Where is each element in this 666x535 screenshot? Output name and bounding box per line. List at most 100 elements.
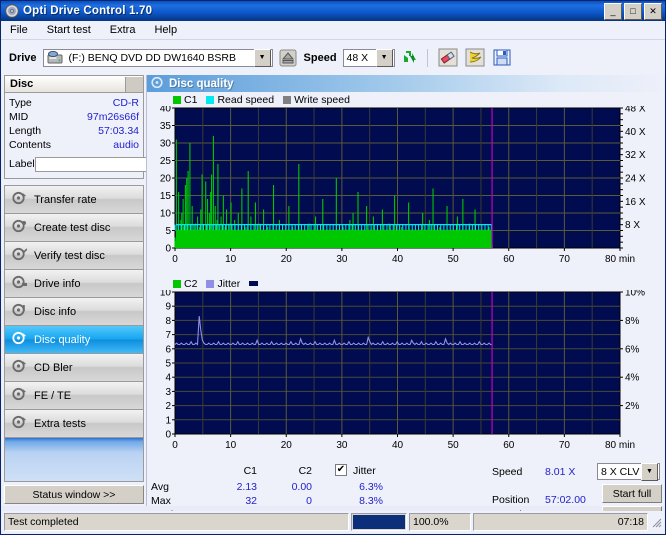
svg-text:10: 10 (225, 254, 237, 265)
svg-text:20: 20 (281, 254, 293, 265)
svg-text:16 X: 16 X (625, 197, 646, 208)
svg-text:0: 0 (172, 254, 178, 265)
app-window: Opti Drive Control 1.70 _ □ ✕ File Start… (0, 0, 666, 535)
left-panel: Disc Type CD-R MID 97m26s66f Length 57:0… (2, 75, 238, 506)
write-speed-value: 8 X CLV (601, 465, 640, 478)
svg-text:9: 9 (165, 302, 171, 313)
svg-text:8: 8 (165, 316, 171, 327)
sidebar-item-label: Extra tests (34, 417, 86, 430)
disc-contents-value: audio (113, 139, 139, 151)
svg-text:4%: 4% (625, 373, 640, 384)
progress-fill (353, 515, 405, 529)
sidebar-item-label: FE / TE (34, 389, 72, 402)
progress-percent: 100.0% (409, 513, 471, 531)
disc-label-label: Label (9, 158, 35, 170)
legend-swatch-c1 (173, 95, 181, 104)
svg-text:7: 7 (165, 330, 171, 341)
sidebar-item-disc-quality[interactable]: Disc quality (5, 326, 143, 354)
disc-gear-icon (12, 191, 27, 208)
chevron-down-icon[interactable]: ▼ (641, 462, 658, 481)
stats-area: C1 C2 ✔ Jitter Avg 2.13 0.00 6.3% Max 32… (147, 462, 664, 525)
svg-text:32 X: 32 X (625, 150, 646, 161)
sidebar-item-label: Disc info (34, 305, 77, 318)
disc-length-label: Length (9, 125, 42, 137)
start-full-button[interactable]: Start full (602, 484, 662, 503)
menu-file[interactable]: File (7, 23, 31, 37)
menu-help[interactable]: Help (151, 23, 180, 37)
status-window-button[interactable]: Status window >> (4, 485, 144, 504)
chart2-legend: C2 Jitter (147, 276, 664, 290)
svg-text:10%: 10% (625, 290, 645, 299)
sidebar-item-create-test-disc[interactable]: Create test disc (5, 214, 143, 242)
svg-text:48 X: 48 X (625, 106, 646, 115)
svg-text:10: 10 (160, 290, 172, 299)
write-speed-select[interactable]: 8 X CLV ▼ (597, 462, 660, 481)
svg-text:30: 30 (336, 254, 348, 265)
drive-value: (F:) BENQ DVD DD DW1640 BSRB (68, 51, 236, 64)
disc-gear-icon (12, 303, 27, 320)
speed-stat-label: Speed (492, 466, 523, 478)
disc-gear-icon (12, 415, 27, 432)
chevron-down-icon[interactable]: ▼ (375, 48, 393, 67)
window-controls: _ □ ✕ (604, 2, 662, 20)
svg-text:3: 3 (165, 387, 171, 398)
status-bar: Test completed 100.0% 07:18 (2, 511, 664, 533)
svg-text:10: 10 (225, 440, 237, 451)
erase-button[interactable] (435, 46, 460, 69)
drive-select[interactable]: (F:) BENQ DVD DD DW1640 BSRB ▼ (42, 48, 273, 67)
svg-text:25: 25 (160, 156, 172, 167)
svg-text:1: 1 (165, 415, 171, 426)
menu-extra[interactable]: Extra (107, 23, 139, 37)
sidebar-nav: Transfer rate Create test disc Verify te… (4, 185, 144, 438)
sidebar-item-verify-test-disc[interactable]: Verify test disc (5, 242, 143, 270)
stats-avg-jitter: 6.3% (359, 481, 383, 493)
sidebar-item-transfer-rate[interactable]: Transfer rate (5, 186, 143, 214)
disc-quality-icon (151, 76, 164, 92)
speed-label: Speed (303, 51, 337, 64)
stats-row-label-max: Max (151, 495, 171, 507)
svg-text:70: 70 (559, 254, 571, 265)
svg-text:5: 5 (165, 226, 171, 237)
refresh-button[interactable] (397, 46, 422, 69)
sidebar-item-drive-info[interactable]: Drive info (5, 270, 143, 298)
save-button[interactable] (489, 46, 514, 69)
svg-text:30: 30 (336, 440, 348, 451)
close-button[interactable]: ✕ (644, 2, 662, 20)
minimize-button[interactable]: _ (604, 2, 622, 20)
stats-max-c2: 0 (306, 495, 312, 507)
svg-text:0: 0 (165, 430, 171, 441)
jitter-checkbox[interactable]: ✔ (335, 464, 347, 476)
svg-text:20: 20 (160, 174, 172, 185)
disc-contents-label: Contents (9, 139, 52, 151)
sidebar-item-fe-te[interactable]: FE / TE (5, 382, 143, 410)
svg-text:0: 0 (165, 244, 171, 255)
maximize-button[interactable]: □ (624, 2, 642, 20)
menu-start-test[interactable]: Start test (44, 23, 94, 37)
legend-swatch-read-speed (206, 95, 215, 104)
svg-text:4: 4 (165, 373, 171, 384)
svg-text:60: 60 (503, 440, 515, 451)
chart2-canvas: 0 1 2 3 4 5 6 7 8 9 10 2% 4% 6% 8% 10% 0 10 20 30 40 50 60 70 80… (160, 290, 645, 451)
speed-select[interactable]: 48 X ▼ (342, 48, 395, 67)
eject-button[interactable] (275, 46, 300, 69)
sidebar-item-disc-info[interactable]: Disc info (5, 298, 143, 326)
chart2: 0 1 2 3 4 5 6 7 8 9 10 2% 4% 6% 8% 10% 0 10 20 30 40 50 60 70 80… (147, 290, 664, 462)
svg-text:50: 50 (448, 254, 460, 265)
disc-gear-icon (12, 331, 27, 348)
position-stat-label: Position (492, 494, 530, 506)
chart1-canvas: 0 5 10 15 20 25 30 35 40 8 X 16 X 24 X 32 X 40 X 48 X 0… (160, 106, 646, 265)
legend-swatch-c2 (173, 279, 181, 288)
main-body: Disc Type CD-R MID 97m26s66f Length 57:0… (2, 75, 664, 525)
resize-grip-icon[interactable] (650, 516, 662, 528)
legend-label-c2: C2 (184, 277, 198, 290)
svg-text:8%: 8% (625, 316, 640, 327)
sidebar-item-label: Transfer rate (34, 193, 97, 206)
svg-text:5: 5 (165, 359, 171, 370)
drive-icon (47, 50, 63, 64)
menu-bar: File Start test Extra Help (1, 21, 665, 40)
chevron-down-icon[interactable]: ▼ (253, 48, 271, 67)
drive-label: Drive (9, 51, 37, 64)
sidebar-item-extra-tests[interactable]: Extra tests (5, 410, 143, 438)
bookmark-button[interactable] (462, 46, 487, 69)
sidebar-item-cd-bler[interactable]: CD Bler (5, 354, 143, 382)
